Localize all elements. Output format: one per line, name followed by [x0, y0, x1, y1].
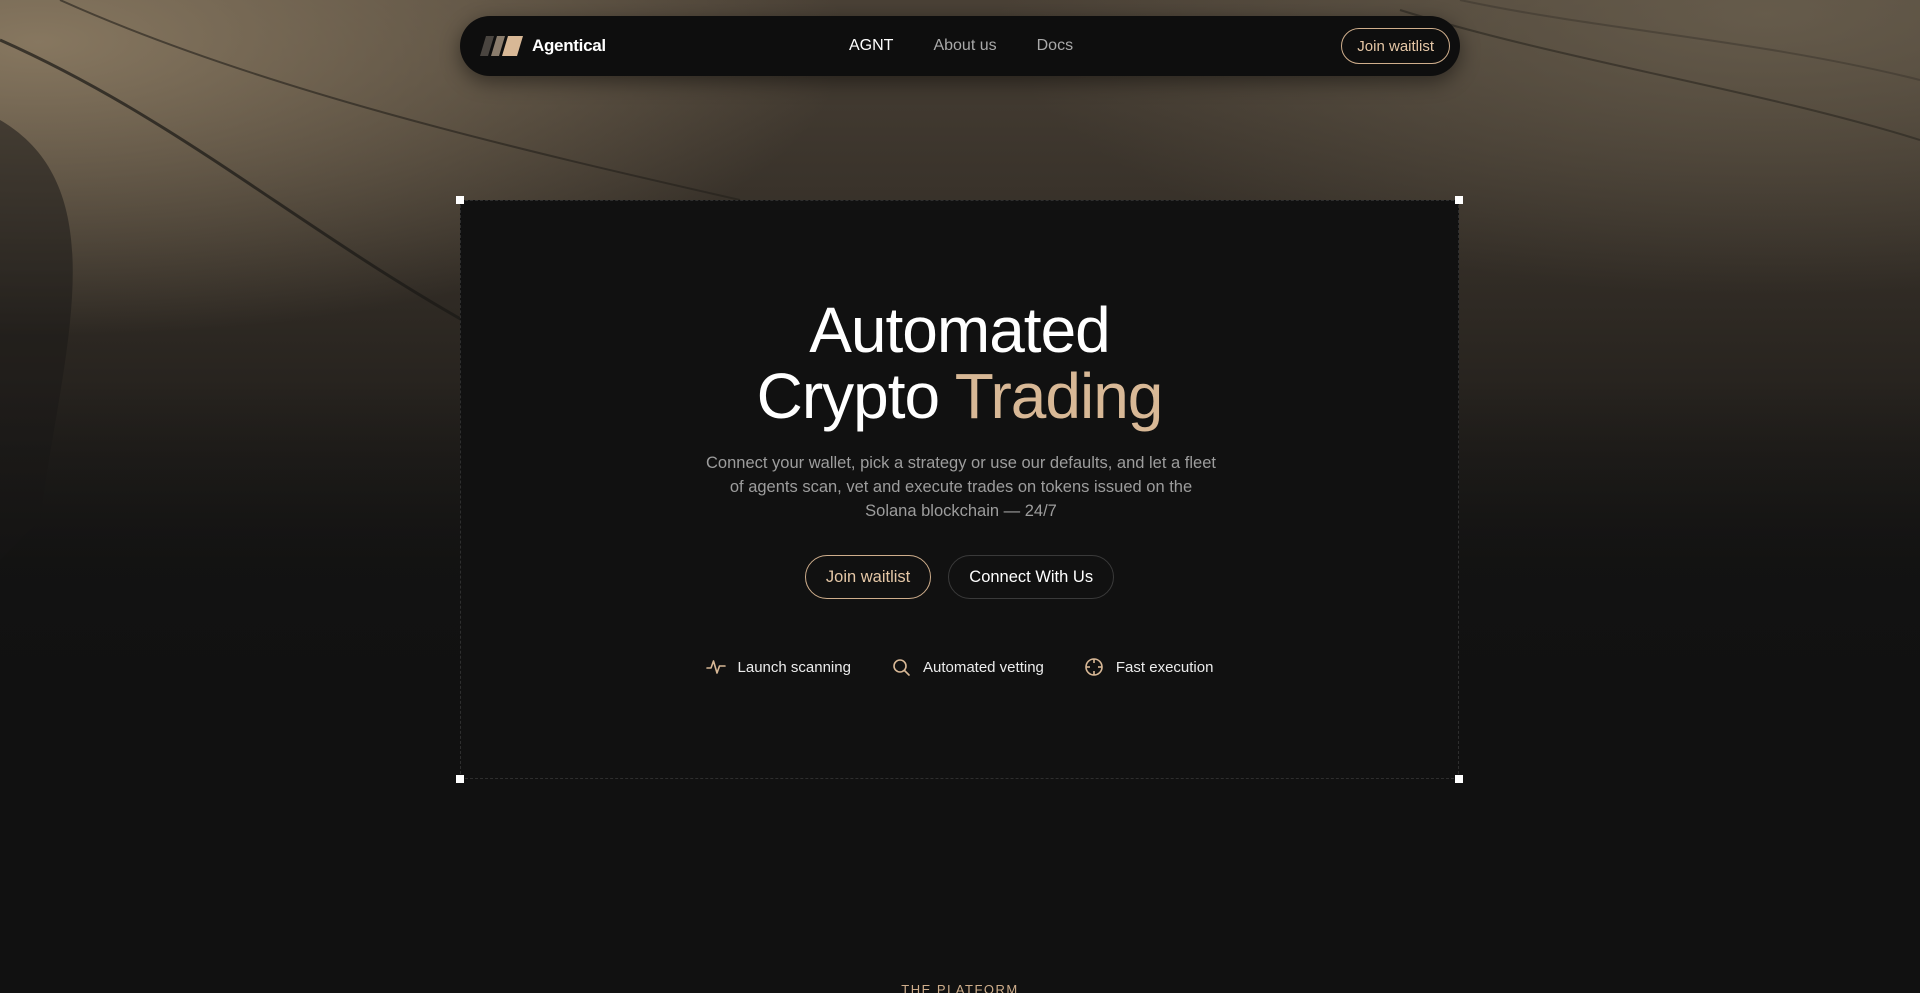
brand[interactable]: Agentical	[480, 16, 606, 76]
brand-name: Agentical	[532, 36, 606, 55]
crosshair-icon	[1085, 658, 1103, 676]
top-navbar: Agentical AGNT About us Docs Join waitli…	[460, 16, 1460, 76]
join-waitlist-button[interactable]: Join waitlist	[804, 555, 932, 599]
nav-link-about-us[interactable]: About us	[933, 37, 996, 55]
hero-title-line-2: Crypto	[756, 360, 955, 432]
hero-title: Automated Crypto Trading	[461, 297, 1458, 429]
feature-label: Automated vetting	[922, 658, 1044, 676]
hero-actions: Join waitlist Connect With Us	[461, 555, 1458, 599]
feature-list: Launch scanning Automated vetting Fast e…	[461, 657, 1458, 677]
platform-section-label: THE PLATFORM	[901, 982, 1019, 993]
selection-handle-bottom-left[interactable]	[456, 775, 464, 783]
nav-link-docs[interactable]: Docs	[1037, 37, 1073, 55]
brand-logo-icon	[480, 36, 523, 56]
feature-automated-vetting: Automated vetting	[891, 657, 1044, 677]
feature-fast-execution: Fast execution	[1084, 657, 1214, 677]
nav-link-agnt[interactable]: AGNT	[849, 37, 893, 55]
feature-label: Launch scanning	[737, 658, 851, 676]
landing-page: Agentical AGNT About us Docs Join waitli…	[0, 0, 1920, 993]
connect-with-us-button[interactable]: Connect With Us	[948, 555, 1115, 599]
nav-links: AGNT About us Docs	[849, 16, 1073, 76]
hero-title-accent: Trading	[954, 360, 1164, 432]
selection-handle-top-left[interactable]	[456, 196, 464, 204]
feature-launch-scanning: Launch scanning	[705, 657, 851, 677]
selection-handle-bottom-right[interactable]	[1455, 775, 1463, 783]
search-icon	[893, 659, 910, 676]
pulse-icon	[705, 660, 726, 674]
hero-description: Connect your wallet, pick a strategy or …	[706, 454, 1216, 520]
hero-title-line-1: Automated	[809, 294, 1111, 366]
nav-join-waitlist-button[interactable]: Join waitlist	[1341, 28, 1450, 64]
selection-handle-top-right[interactable]	[1455, 196, 1463, 204]
feature-label: Fast execution	[1115, 658, 1214, 676]
hero-section: Automated Crypto Trading Connect your wa…	[456, 196, 1463, 783]
